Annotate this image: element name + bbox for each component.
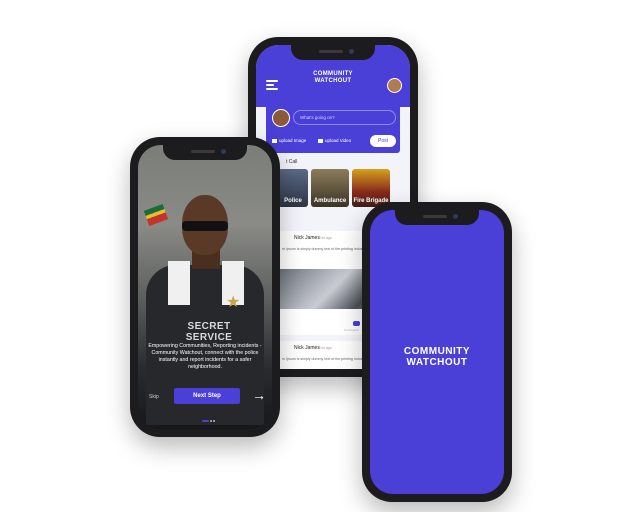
vest-text: SECRET SERVICE <box>176 321 242 343</box>
flag-image <box>143 204 169 226</box>
logo-line-1: COMMUNITY <box>313 71 353 77</box>
upload-video-button[interactable]: upload Video <box>318 138 351 143</box>
next-step-button[interactable]: Next Step <box>174 388 240 404</box>
app-logo: COMMUNITY WATCHOUT <box>313 71 353 85</box>
onboarding-phone: ★ SECRET SERVICE Empowering Communities,… <box>130 137 280 437</box>
category-ambulance-label: Ambulance <box>313 198 347 204</box>
phone-notch <box>395 210 479 225</box>
post-composer: What's going on? upload Image upload Vid… <box>266 103 400 153</box>
image-icon <box>272 138 277 143</box>
comment-label: Comments <box>344 328 359 332</box>
upload-video-label: upload Video <box>325 138 352 143</box>
onboarding-screen: ★ SECRET SERVICE Empowering Communities,… <box>138 145 272 429</box>
menu-icon[interactable] <box>266 80 278 92</box>
star-badge-icon: ★ <box>226 294 241 311</box>
category-ambulance[interactable]: Ambulance <box>311 169 349 207</box>
upload-image-label: upload Image <box>279 138 307 143</box>
splash-screen: COMMUNITY WATCHOUT <box>370 210 504 494</box>
splash-logo-line-1: COMMUNITY <box>403 346 471 357</box>
skip-button[interactable]: Skip <box>149 394 159 400</box>
vest-text-line-2: SERVICE <box>185 332 233 343</box>
onboarding-caption: Empowering Communities, Reporting incide… <box>148 343 262 370</box>
post-author: Nick James <box>294 235 320 241</box>
page-indicator <box>202 420 216 423</box>
splash-logo: COMMUNITY WATCHOUT <box>370 346 504 368</box>
phone-notch <box>291 45 375 60</box>
video-icon <box>318 138 323 143</box>
post-time: 1hr ago <box>320 236 332 240</box>
composer-input[interactable]: What's going on? <box>293 110 396 125</box>
post-button[interactable]: Post <box>370 135 396 147</box>
upload-image-button[interactable]: upload Image <box>272 138 306 143</box>
vest-text-line-1: SECRET <box>187 321 231 332</box>
splash-phone: COMMUNITY WATCHOUT <box>362 202 512 502</box>
sunglasses <box>182 221 228 231</box>
category-fire-brigade[interactable]: Fire Brigade <box>352 169 390 207</box>
logo-line-2: WATCHOUT <box>314 78 352 84</box>
profile-avatar[interactable] <box>387 78 402 93</box>
category-police[interactable]: Police <box>278 169 308 207</box>
arrow-right-icon[interactable]: → <box>252 385 266 405</box>
composer-actions: upload Image upload Video Post <box>272 135 396 147</box>
composer-avatar <box>272 109 290 127</box>
post-time: 1hr ago <box>320 346 332 350</box>
splash-logo-line-2: WATCHOUT <box>406 357 468 368</box>
section-title: t Call <box>286 159 298 165</box>
post-author: Nick James <box>294 345 320 351</box>
comment-icon[interactable] <box>353 321 360 326</box>
phone-notch <box>163 145 247 160</box>
officer-shirt <box>168 261 190 305</box>
category-police-label: Police <box>284 198 302 204</box>
